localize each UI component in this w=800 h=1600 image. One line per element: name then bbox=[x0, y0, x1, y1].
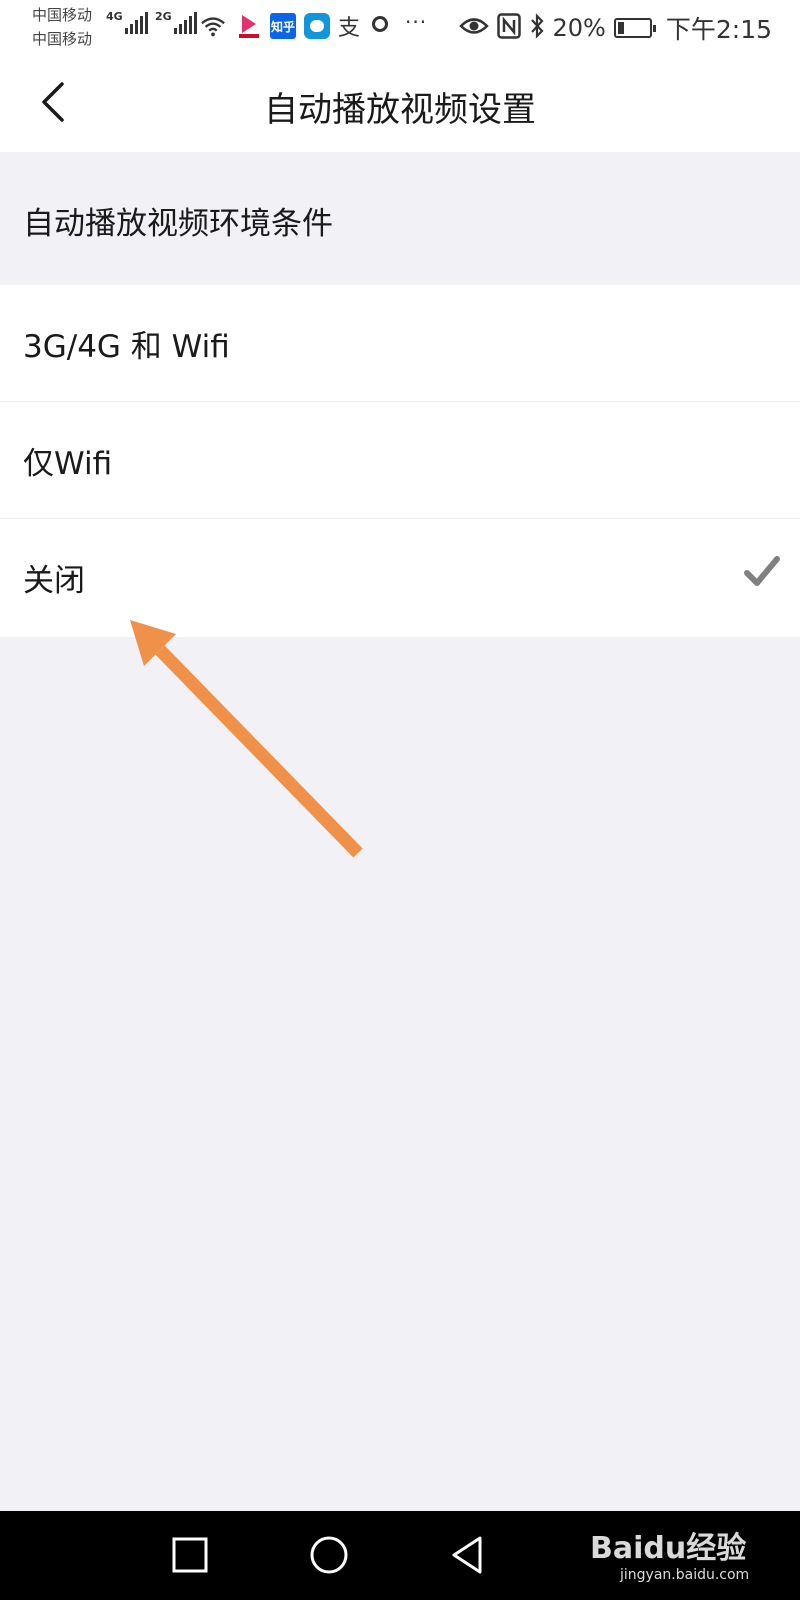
more-notifications-icon: ··· bbox=[405, 10, 428, 34]
page-title: 自动播放视频设置 bbox=[264, 90, 536, 130]
circle-app-icon bbox=[372, 16, 388, 32]
circle-home-icon bbox=[310, 1536, 348, 1574]
carrier-2-label: 中国移动 bbox=[32, 30, 93, 48]
option-label: 仅Wifi bbox=[23, 446, 113, 482]
clock: 下午2:15 bbox=[665, 15, 772, 44]
net-type-2: 2G bbox=[155, 10, 172, 23]
battery-percent: 20% bbox=[552, 14, 606, 42]
battery-icon bbox=[613, 18, 656, 38]
carrier-1-label: 中国移动 bbox=[32, 6, 93, 24]
wifi-icon bbox=[200, 13, 226, 39]
zhihu-app-icon: 知乎 bbox=[270, 13, 296, 39]
checkmark-icon bbox=[744, 556, 780, 586]
triangle-back-icon bbox=[452, 1536, 482, 1574]
square-recents-icon bbox=[172, 1537, 208, 1573]
bluetooth-icon bbox=[529, 13, 545, 43]
section-title: 自动播放视频环境条件 bbox=[23, 206, 333, 242]
signal-2-icon: 2G bbox=[155, 10, 197, 34]
status-bar-right: 20% 下午2:15 bbox=[458, 10, 772, 46]
watermark-sub: jingyan.baidu.com bbox=[620, 1567, 750, 1583]
signal-1-icon: 4G bbox=[106, 10, 148, 34]
option-label: 3G/4G 和 Wifi bbox=[23, 329, 230, 365]
alipay-app-icon: 支 bbox=[338, 16, 361, 41]
home-button[interactable] bbox=[307, 1533, 351, 1577]
system-back-button[interactable] bbox=[446, 1533, 490, 1577]
eye-comfort-icon bbox=[458, 15, 489, 41]
status-bar: 中国移动 中国移动 4G 2G 知乎 支 ··· 20% 下午2:15 bbox=[0, 0, 800, 52]
recents-button[interactable] bbox=[168, 1533, 212, 1577]
app-notification-icon bbox=[236, 13, 262, 39]
section-header: 自动播放视频环境条件 bbox=[0, 152, 800, 285]
nfc-icon bbox=[496, 13, 521, 43]
option-label: 关闭 bbox=[23, 563, 85, 599]
option-mobile-and-wifi[interactable]: 3G/4G 和 Wifi bbox=[0, 285, 800, 402]
watermark: Baidu经验 jingyan.baidu.com bbox=[590, 1523, 749, 1583]
autoplay-options-list: 3G/4G 和 Wifi 仅Wifi 关闭 bbox=[0, 285, 800, 637]
net-type-1: 4G bbox=[106, 10, 123, 23]
watermark-main: Baidu经验 bbox=[590, 1531, 747, 1566]
option-off[interactable]: 关闭 bbox=[0, 519, 800, 637]
chat-app-icon bbox=[304, 13, 330, 39]
system-nav-bar: Baidu经验 jingyan.baidu.com bbox=[0, 1511, 800, 1600]
app-header: 自动播放视频设置 bbox=[0, 52, 800, 152]
option-wifi-only[interactable]: 仅Wifi bbox=[0, 402, 800, 519]
